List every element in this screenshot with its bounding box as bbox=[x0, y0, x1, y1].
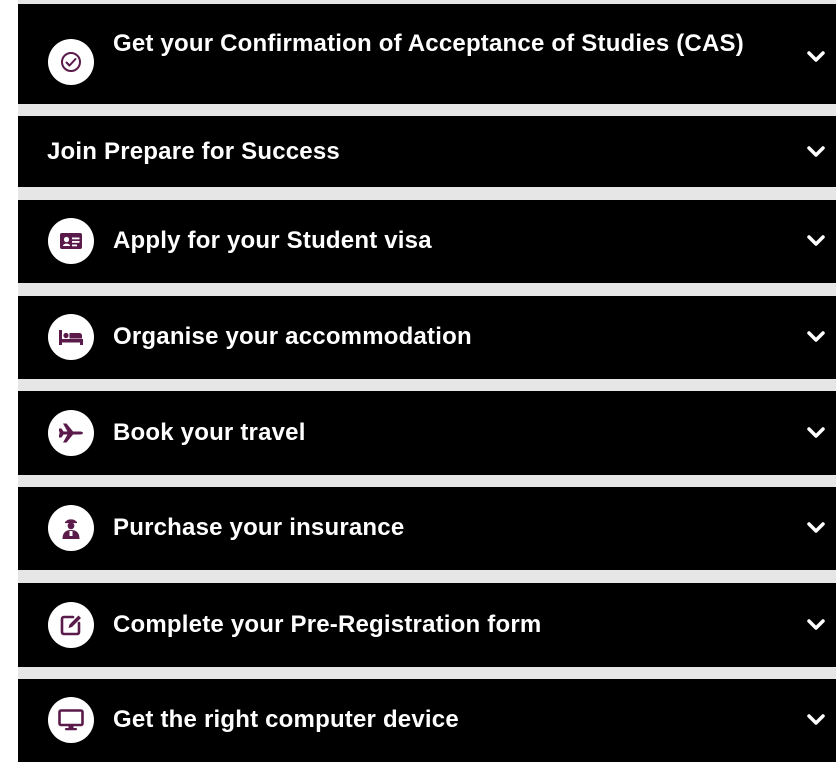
person-icon bbox=[48, 505, 94, 551]
accordion-item-cas[interactable]: Get your Confirmation of Acceptance of S… bbox=[18, 4, 836, 104]
accordion-item-pre-registration[interactable]: Complete your Pre-Registration form bbox=[18, 583, 836, 667]
accordion-item-prepare-for-success[interactable]: Join Prepare for Success bbox=[18, 116, 836, 187]
id-card-icon bbox=[48, 218, 94, 264]
accordion-item-label: Get your Confirmation of Acceptance of S… bbox=[113, 30, 744, 57]
chevron-down-icon[interactable] bbox=[804, 708, 828, 732]
plane-icon bbox=[48, 410, 94, 456]
accordion-item-label: Get the right computer device bbox=[113, 706, 459, 733]
accordion-item-label: Join Prepare for Success bbox=[47, 138, 340, 165]
chevron-down-icon[interactable] bbox=[804, 229, 828, 253]
accordion-item-label: Apply for your Student visa bbox=[113, 227, 432, 254]
accordion-item-travel[interactable]: Book your travel bbox=[18, 391, 836, 475]
chevron-down-icon[interactable] bbox=[804, 140, 828, 164]
accordion-item-computer-device[interactable]: Get the right computer device bbox=[18, 679, 836, 762]
accordion-item-insurance[interactable]: Purchase your insurance bbox=[18, 487, 836, 570]
accordion-item-label: Purchase your insurance bbox=[113, 514, 405, 541]
steps-accordion: Get your Confirmation of Acceptance of S… bbox=[18, 0, 836, 762]
chevron-down-icon[interactable] bbox=[804, 325, 828, 349]
bed-icon bbox=[48, 314, 94, 360]
edit-form-icon bbox=[48, 602, 94, 648]
accordion-item-accommodation[interactable]: Organise your accommodation bbox=[18, 296, 836, 379]
accordion-item-label: Complete your Pre-Registration form bbox=[113, 611, 542, 638]
accordion-item-label: Organise your accommodation bbox=[113, 323, 472, 350]
accordion-item-label: Book your travel bbox=[113, 419, 306, 446]
accordion-item-student-visa[interactable]: Apply for your Student visa bbox=[18, 200, 836, 283]
chevron-down-icon[interactable] bbox=[804, 421, 828, 445]
chevron-down-icon[interactable] bbox=[804, 516, 828, 540]
monitor-icon bbox=[48, 697, 94, 743]
chevron-down-icon[interactable] bbox=[804, 45, 828, 69]
chevron-down-icon[interactable] bbox=[804, 613, 828, 637]
check-circle-icon bbox=[48, 39, 94, 85]
